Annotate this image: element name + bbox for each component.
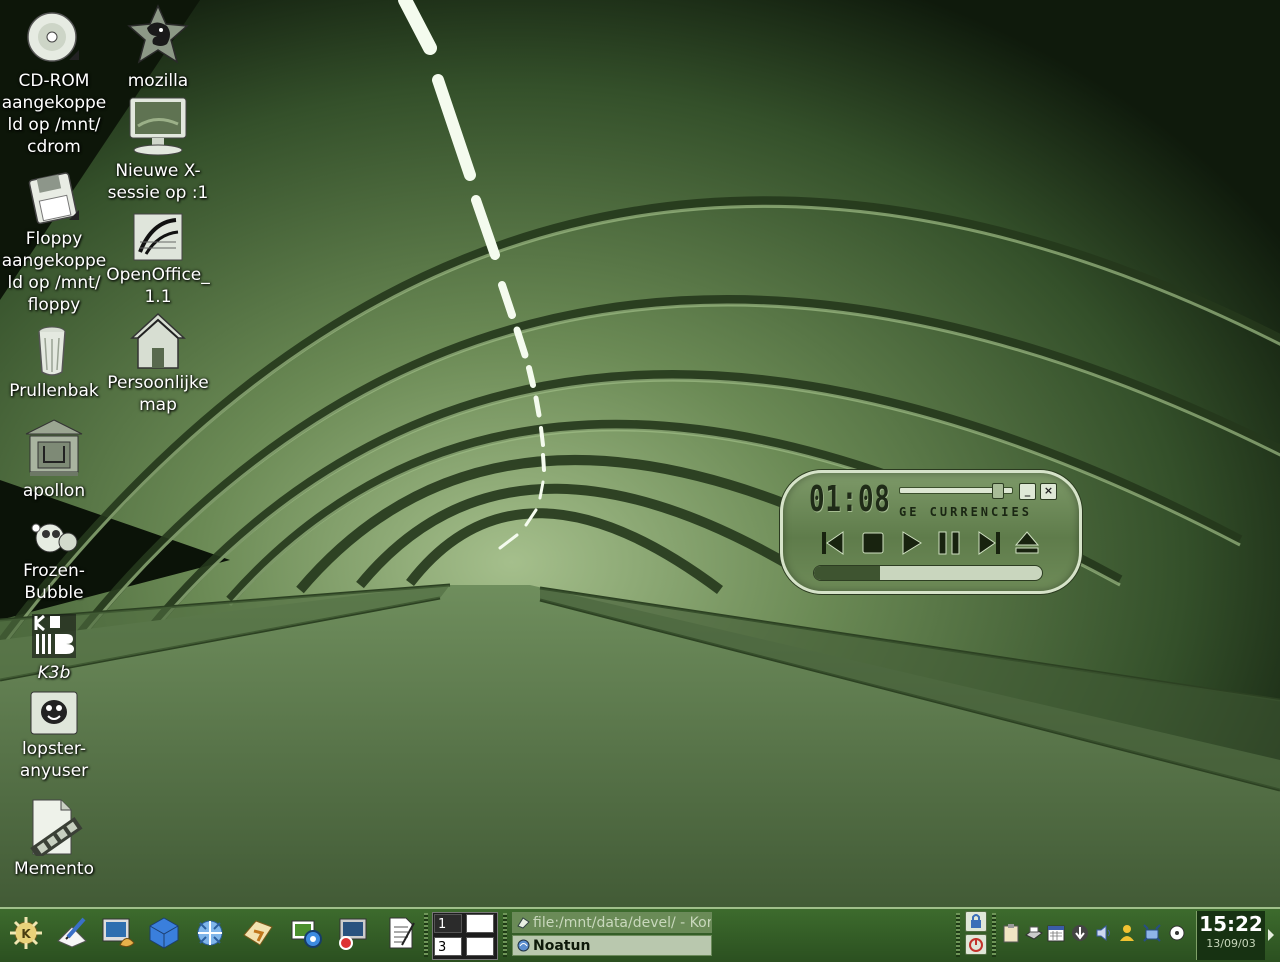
task-noatun[interactable]: Noatun xyxy=(512,935,712,956)
desktop-icon-trash[interactable]: Prullenbak xyxy=(0,324,108,402)
playback-progress-bar[interactable] xyxy=(813,565,1043,581)
player-time-display: 01:08 xyxy=(809,479,891,520)
home-folder-icon xyxy=(130,312,186,369)
pager-desktop-2[interactable] xyxy=(466,914,494,933)
panel-hide-arrow-icon[interactable] xyxy=(1268,929,1274,941)
clock-date: 13/09/03 xyxy=(1206,937,1256,950)
noatun-small-icon xyxy=(517,939,530,952)
pager-desktop-3[interactable]: 3 xyxy=(434,937,462,956)
desktop-icon-lopster[interactable]: lopster- anyuser xyxy=(0,690,108,782)
stop-icon[interactable] xyxy=(859,529,887,557)
panel-separator[interactable] xyxy=(956,913,960,957)
pause-icon[interactable] xyxy=(935,529,963,557)
lock-icon xyxy=(971,914,981,928)
file-manager-icon[interactable] xyxy=(240,915,276,951)
trash-icon xyxy=(38,326,66,376)
monitor-icon xyxy=(129,97,187,156)
svg-text:K: K xyxy=(21,927,31,941)
konqueror-icon[interactable] xyxy=(192,915,228,951)
noatun-player-window[interactable]: 01:08 _ × GE CURRENCIES xyxy=(780,470,1082,594)
previous-icon[interactable] xyxy=(819,529,847,557)
desktop-icon-cdrom[interactable]: CD-ROM aangekoppe ld op /mnt/ cdrom xyxy=(0,10,108,158)
volume-slider[interactable] xyxy=(899,483,1013,499)
desktop-pager[interactable]: 1 3 xyxy=(432,912,498,960)
k3b-icon xyxy=(32,614,76,658)
calendar-icon[interactable] xyxy=(1046,923,1066,943)
task-label: file:/mnt/data/devel/ - Kor xyxy=(533,915,712,931)
pager-desktop-4[interactable] xyxy=(466,937,494,956)
cdrom-icon xyxy=(27,12,79,62)
display-icon[interactable] xyxy=(334,915,370,951)
cd-icon[interactable] xyxy=(1167,923,1187,943)
eject-icon[interactable] xyxy=(1013,529,1041,557)
close-button[interactable]: × xyxy=(1040,483,1057,500)
konqueror-small-icon xyxy=(517,917,530,929)
user-icon[interactable] xyxy=(1117,923,1137,943)
frozen-bubble-icon xyxy=(31,523,78,553)
volume-icon[interactable] xyxy=(1094,923,1114,943)
panel-separator[interactable] xyxy=(503,913,507,957)
volume-slider-handle[interactable] xyxy=(991,483,1004,499)
network-icon[interactable] xyxy=(1142,923,1162,943)
desktop-icon-k3b[interactable]: K3b xyxy=(0,612,108,684)
desktop-icon-openoffice[interactable]: OpenOffice_ 1.1 xyxy=(104,212,212,308)
memento-icon xyxy=(30,799,83,856)
lopster-icon xyxy=(30,691,78,735)
clock-time: 15:22 xyxy=(1199,912,1263,936)
panel-separator[interactable] xyxy=(424,913,428,957)
klipper-icon[interactable] xyxy=(1001,923,1021,943)
task-label: Noatun xyxy=(533,938,591,954)
lock-screen-button[interactable] xyxy=(965,911,987,932)
kde-menu-icon[interactable]: K xyxy=(8,915,44,951)
desktop-icon-memento[interactable]: Memento xyxy=(0,798,108,880)
task-konqueror[interactable]: file:/mnt/data/devel/ - Kor xyxy=(512,912,712,933)
desktop-icon-apollon[interactable]: apollon xyxy=(0,418,108,502)
panel-separator[interactable] xyxy=(992,913,996,957)
logout-icon xyxy=(969,938,983,952)
taskbar-tasks: file:/mnt/data/devel/ - Kor Noatun xyxy=(512,912,714,958)
mozilla-icon xyxy=(127,4,189,64)
play-icon[interactable] xyxy=(897,529,925,557)
desktop-icon-frozen-bubble[interactable]: Frozen- Bubble xyxy=(0,516,108,604)
next-icon[interactable] xyxy=(975,529,1003,557)
desktop-icon-floppy[interactable]: Floppy aangekoppe ld op /mnt/ floppy xyxy=(0,170,108,316)
desktop-icon-mozilla[interactable]: mozilla xyxy=(104,4,212,92)
printer-icon[interactable] xyxy=(1024,923,1044,943)
kde-panel: K 1 3 file:/mnt/data/devel/ - Kor Noatun… xyxy=(0,907,1280,962)
logout-button[interactable] xyxy=(965,934,987,955)
kcontrol-icon[interactable] xyxy=(288,915,324,951)
desktop-icon-new-x-session[interactable]: Nieuwe X- sessie op :1 xyxy=(104,96,212,204)
floppy-icon xyxy=(28,172,79,225)
panel-clock[interactable]: 15:22 13/09/03 xyxy=(1196,911,1265,960)
download-icon[interactable] xyxy=(1070,923,1090,943)
pager-desktop-1[interactable]: 1 xyxy=(434,914,462,933)
desktop-icon-home[interactable]: Persoonlijke map xyxy=(104,312,212,416)
minimize-button[interactable]: _ xyxy=(1019,483,1036,500)
openoffice-icon xyxy=(133,213,183,261)
document-icon[interactable] xyxy=(382,915,418,951)
konsole-icon[interactable] xyxy=(100,915,136,951)
network-share-icon xyxy=(25,419,83,476)
kwrite-icon[interactable] xyxy=(54,915,90,951)
package-icon[interactable] xyxy=(146,915,182,951)
track-title-scroller: GE CURRENCIES xyxy=(899,505,1032,519)
playback-progress-fill xyxy=(814,566,881,580)
